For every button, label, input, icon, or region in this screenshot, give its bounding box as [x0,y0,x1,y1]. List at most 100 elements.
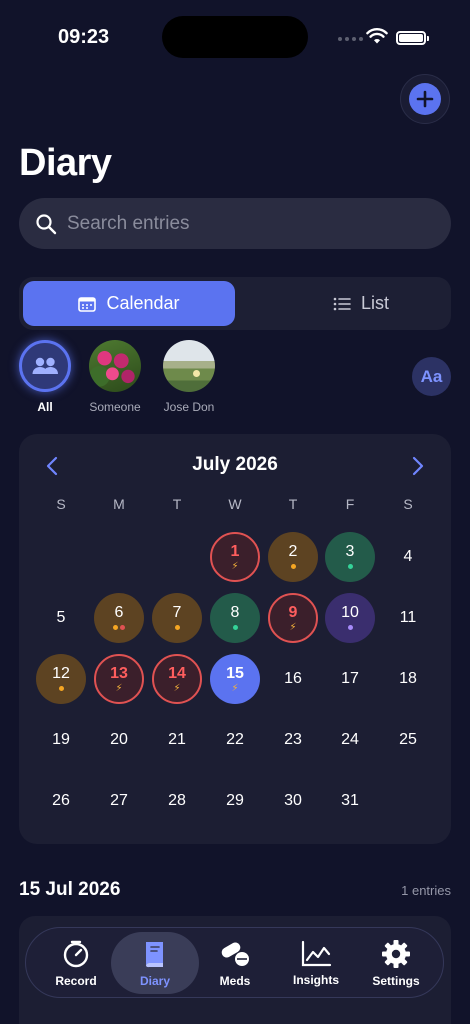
calendar-day[interactable]: 26 [36,776,86,826]
calendar-day[interactable]: 22 [210,715,260,765]
calendar-day[interactable]: 10 [325,593,375,643]
calendar-view-button[interactable]: Calendar [23,281,235,326]
calendar-day[interactable]: 13 ⚡ [94,654,144,704]
entry-dot [232,625,238,630]
calendar-day[interactable]: 20 [94,715,144,765]
list-view-label: List [360,293,389,313]
chart-icon [301,940,332,966]
calendar-day-number: 21 [168,731,186,748]
calendar-day[interactable]: 30 [268,776,318,826]
calendar-day-number: 5 [56,609,66,626]
calendar-day-number: 26 [52,792,70,809]
calendar-day[interactable]: 27 [94,776,144,826]
entry-dot [174,625,180,630]
entry-dot [113,625,118,630]
status-bar: 09:23 [0,0,470,74]
tab-label-record: Record [55,973,97,988]
calendar-day[interactable]: 21 [152,715,202,765]
calendar-day-number: 7 [172,603,182,621]
filter-someone[interactable]: Someone [75,340,155,414]
calendar-day[interactable]: 6 [94,593,144,643]
avatar-jose-don [163,340,215,392]
timer-icon [63,940,89,967]
signal-icon [338,37,363,41]
calendar-day-number: 15 [226,664,244,682]
calendar-day[interactable]: 19 [36,715,86,765]
list-icon [333,297,351,310]
calendar-day-number: 20 [110,731,128,748]
tab-record[interactable]: Record [32,932,120,994]
calendar-day-number: 31 [341,792,359,809]
avatar-all [19,340,71,392]
calendar-day[interactable]: 12 [36,654,86,704]
status-time: 09:23 [58,26,110,48]
search-input[interactable] [67,212,407,235]
tab-settings[interactable]: Settings [352,932,440,994]
entry-dots [347,562,353,572]
calendar-day[interactable]: 29 [210,776,260,826]
calendar-day-number: 23 [284,731,302,748]
weekday-label: S [403,496,413,512]
dynamic-island [162,16,308,58]
list-view-button[interactable]: List [255,281,467,326]
add-entry-button[interactable] [400,74,450,124]
search-icon [36,213,57,234]
calendar-day[interactable]: 11 [383,593,433,643]
calendar-day[interactable]: 5 [36,593,86,643]
calendar-day-number: 25 [399,731,417,748]
calendar-day[interactable]: 28 [152,776,202,826]
weekday-label: T [288,496,298,512]
filter-jose-don[interactable]: Jose Don [149,340,229,414]
calendar-day[interactable]: 31 [325,776,375,826]
next-month-button[interactable] [405,454,429,478]
entry-dots [347,623,353,633]
calendar-day-number: 6 [114,603,124,621]
lightning-icon: ⚡ [173,682,181,694]
calendar-day-number: 10 [341,603,359,621]
calendar-day-number: 13 [110,664,128,682]
calendar-day[interactable]: 2 [268,532,318,582]
filter-all[interactable]: All [5,340,85,414]
calendar-day[interactable]: 14 ⚡ [152,654,202,704]
entry-dot [120,625,125,630]
tab-diary[interactable]: Diary [111,932,199,994]
entry-dots [58,684,64,694]
calendar-day[interactable]: 15 ⚡ [210,654,260,704]
calendar-day-number: 29 [226,792,244,809]
avatar-someone [89,340,141,392]
calendar-day[interactable]: 24 [325,715,375,765]
tab-insights[interactable]: Insights [272,932,360,994]
calendar-day[interactable]: 7 [152,593,202,643]
calendar-day-number: 27 [110,792,128,809]
calendar-day-number: 28 [168,792,186,809]
calendar-day[interactable]: 3 [325,532,375,582]
calendar-day[interactable]: 17 [325,654,375,704]
search-bar[interactable] [19,198,451,249]
calendar-day[interactable]: 4 [383,532,433,582]
battery-icon [396,31,429,45]
calendar-day[interactable]: 25 [383,715,433,765]
lightning-icon: ⚡ [231,682,239,694]
calendar-card: July 2026 S M T W T F S 1 ⚡ 2 3 4 5 6 7 8 9 ⚡ 10 11 12 13 ⚡ 14 ⚡… [19,434,451,844]
entry-dot [58,686,64,691]
entry-dot [347,625,353,630]
calendar-day[interactable]: 18 [383,654,433,704]
calendar-icon [78,296,97,312]
calendar-day-number: 12 [52,664,70,682]
calendar-day[interactable]: 1 ⚡ [210,532,260,582]
calendar-day[interactable]: 8 [210,593,260,643]
font-size-button[interactable]: Aa [412,357,451,396]
entry-dot [347,564,353,569]
entry-count: 1 entries [401,883,451,898]
calendar-day[interactable]: 23 [268,715,318,765]
calendar-day[interactable]: 9 ⚡ [268,593,318,643]
calendar-day[interactable]: 16 [268,654,318,704]
calendar-day-number: 24 [341,731,359,748]
calendar-day-number: 14 [168,664,186,682]
plus-icon [416,90,434,108]
tab-meds[interactable]: Meds [191,932,279,994]
calendar-day-number: 16 [284,670,302,687]
people-icon [32,357,58,374]
calendar-day-number: 8 [230,603,240,621]
calendar-day-number: 18 [399,670,417,687]
